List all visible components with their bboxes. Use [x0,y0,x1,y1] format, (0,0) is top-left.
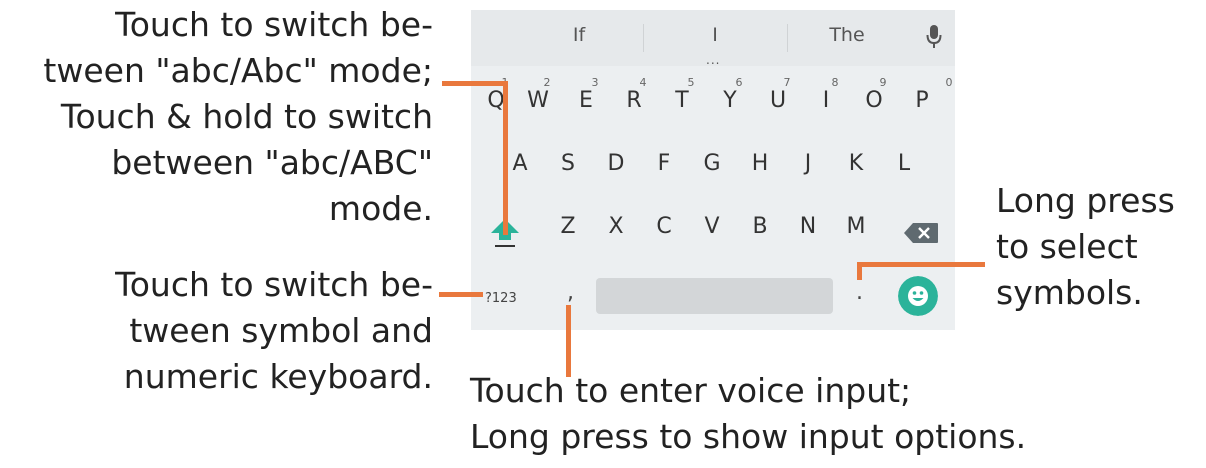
key-hint: 2 [543,76,551,89]
key-u[interactable]: U [758,88,798,113]
key-t[interactable]: T [662,88,702,113]
annotation-line: to select [996,227,1138,266]
symbol-switch-key[interactable]: ?123 [485,291,517,306]
shift-annotation: Touch to switch be- tween "abc/Abc" mode… [43,2,433,232]
key-n[interactable]: N [788,214,828,239]
key-k[interactable]: K [836,151,876,176]
space-bar[interactable] [596,278,833,314]
key-q[interactable]: Q [476,88,516,113]
annotation-line: numeric keyboard. [123,357,433,396]
suggestion-divider [787,24,788,52]
key-hint: 5 [687,76,695,89]
voice-annotation: Touch to enter voice input; Long press t… [470,368,1026,460]
period-callout-line [857,262,862,280]
annotation-line: between "abc/ABC" [111,143,433,182]
annotation-line: Long press to show input options. [470,417,1027,456]
annotation-line: Touch to switch be- [115,265,433,304]
backspace-icon[interactable] [903,222,939,244]
key-e[interactable]: E [566,88,606,113]
suggestion-item[interactable]: If [539,24,619,46]
emoji-smile-icon[interactable] [898,276,938,316]
key-i[interactable]: I [806,88,846,113]
key-y[interactable]: Y [710,88,750,113]
period-callout-line [857,262,985,267]
mic-icon[interactable] [926,24,942,50]
key-z[interactable]: Z [548,214,588,239]
shift-callout-line [442,81,508,86]
annotation-line: Long press [996,181,1175,220]
annotation-line: Touch to switch be- [115,5,433,44]
key-p[interactable]: P [902,88,942,113]
suggestion-item[interactable]: I [675,24,755,46]
key-w[interactable]: W [518,88,558,113]
period-annotation: Long press to select symbols. [996,178,1175,316]
key-v[interactable]: V [692,214,732,239]
soft-keyboard: If I ... The Q 1 W 2 E 3 R 4 T 5 Y 6 U 7… [471,10,955,330]
key-hint: 0 [945,76,953,89]
key-hint: 4 [639,76,647,89]
key-o[interactable]: O [854,88,894,113]
key-f[interactable]: F [644,151,684,176]
key-b[interactable]: B [740,214,780,239]
key-j[interactable]: J [788,151,828,176]
shift-callout-line [503,81,508,235]
key-hint: 7 [783,76,791,89]
annotation-line: symbols. [996,273,1143,312]
voice-callout-line [566,305,571,377]
key-h[interactable]: H [740,151,780,176]
key-hint: 8 [831,76,839,89]
annotation-line: tween "abc/Abc" mode; [43,51,433,90]
symbol-annotation: Touch to switch be- tween symbol and num… [115,262,433,400]
key-c[interactable]: C [644,214,684,239]
key-d[interactable]: D [596,151,636,176]
suggestion-bar: If I ... The [471,10,955,67]
key-hint: 3 [591,76,599,89]
annotation-line: Touch & hold to switch [60,97,433,136]
more-suggestions[interactable]: ... [706,53,720,67]
key-r[interactable]: R [614,88,654,113]
annotation-line: Touch to enter voice input; [470,371,912,410]
key-hint: 9 [879,76,887,89]
comma-key[interactable]: , [567,280,574,305]
period-key[interactable]: . [856,280,863,305]
key-g[interactable]: G [692,151,732,176]
suggestion-divider [643,24,644,52]
key-m[interactable]: M [836,214,876,239]
annotation-line: mode. [328,189,433,228]
key-x[interactable]: X [596,214,636,239]
suggestion-item[interactable]: The [807,24,887,46]
symbol-callout-line [439,292,483,297]
key-s[interactable]: S [548,151,588,176]
key-hint: 6 [735,76,743,89]
annotation-line: tween symbol and [129,311,433,350]
key-l[interactable]: L [884,151,924,176]
